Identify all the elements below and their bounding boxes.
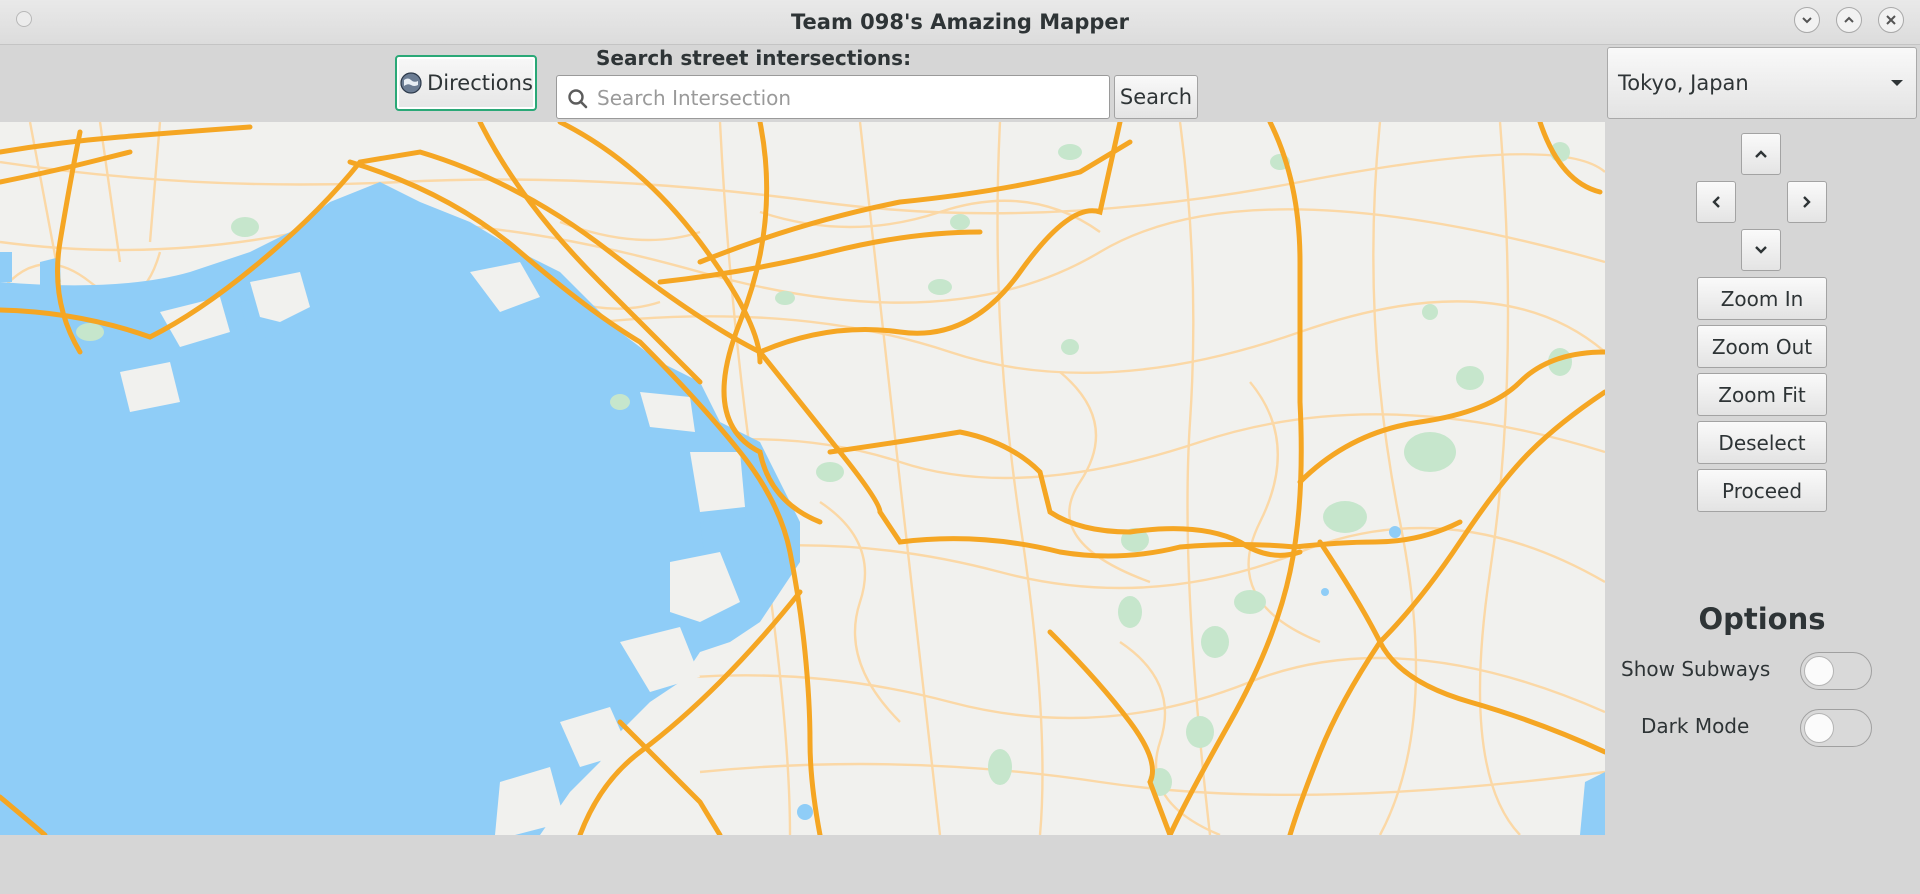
chevron-down-icon — [1802, 17, 1812, 24]
options-heading: Options — [1698, 602, 1826, 636]
app-window: Team 098's Amazing Mapper Directions Sea… — [0, 0, 1920, 894]
search-button[interactable]: Search — [1114, 75, 1198, 119]
zoom-fit-button[interactable]: Zoom Fit — [1697, 373, 1827, 416]
search-input[interactable] — [595, 82, 1099, 114]
zoom-out-button[interactable]: Zoom Out — [1697, 325, 1827, 368]
zoom-in-button[interactable]: Zoom In — [1697, 277, 1827, 320]
pan-up-button[interactable] — [1741, 133, 1781, 175]
chevron-down-icon — [1755, 246, 1767, 254]
deselect-button[interactable]: Deselect — [1697, 421, 1827, 464]
globe-icon — [400, 72, 422, 94]
dark-mode-toggle[interactable] — [1800, 709, 1872, 747]
city-dropdown-value: Tokyo, Japan — [1618, 71, 1749, 95]
show-subways-label: Show Subways — [1621, 657, 1771, 681]
close-icon — [1886, 15, 1896, 25]
pan-left-button[interactable] — [1696, 181, 1736, 223]
chevron-left-icon — [1712, 196, 1720, 208]
chevron-right-icon — [1803, 196, 1811, 208]
pan-right-button[interactable] — [1787, 181, 1827, 223]
map-drawing[interactable] — [0, 122, 1605, 835]
window-title: Team 098's Amazing Mapper — [791, 10, 1129, 34]
pan-down-button[interactable] — [1741, 229, 1781, 271]
search-field[interactable] — [556, 75, 1110, 119]
toggle-knob — [1804, 656, 1834, 686]
directions-label: Directions — [427, 71, 533, 95]
toggle-knob — [1804, 713, 1834, 743]
dark-mode-label: Dark Mode — [1641, 714, 1750, 738]
directions-button[interactable]: Directions — [395, 55, 537, 111]
caret-down-icon — [1891, 80, 1903, 86]
maximize-button[interactable] — [1836, 7, 1862, 33]
chevron-up-icon — [1755, 150, 1767, 158]
proceed-button[interactable]: Proceed — [1697, 469, 1827, 512]
search-heading: Search street intersections: — [596, 46, 912, 70]
minimize-button[interactable] — [1794, 7, 1820, 33]
city-dropdown[interactable]: Tokyo, Japan — [1607, 47, 1917, 119]
close-button[interactable] — [1878, 7, 1904, 33]
map-canvas[interactable] — [0, 122, 1605, 835]
title-bar[interactable]: Team 098's Amazing Mapper — [0, 0, 1920, 45]
magnifier-icon — [568, 89, 588, 109]
show-subways-toggle[interactable] — [1800, 652, 1872, 690]
chevron-up-icon — [1844, 16, 1854, 23]
